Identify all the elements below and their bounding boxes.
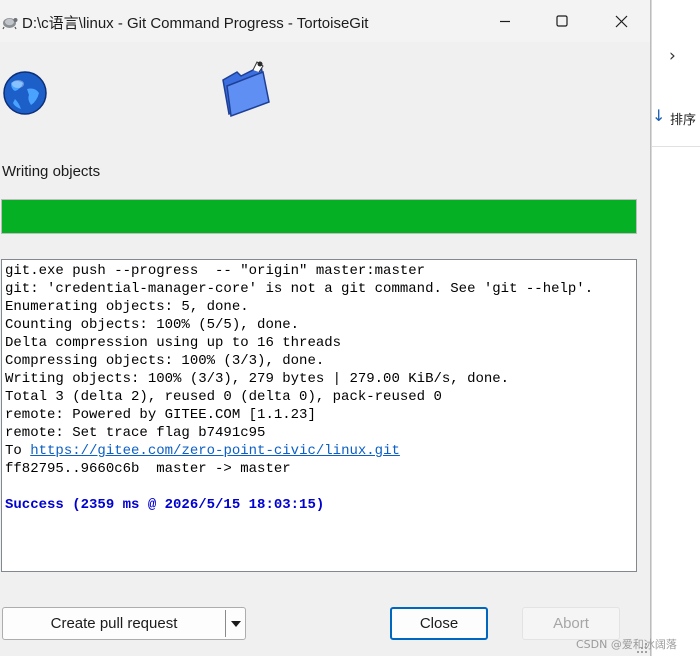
log-line: remote: Set trace flag b7491c95 [5, 425, 266, 441]
minimize-button[interactable] [476, 0, 534, 42]
log-line-remote-url: To https://gitee.com/zero-point-civic/li… [5, 442, 400, 460]
log-line: Enumerating objects: 5, done. [5, 299, 249, 315]
background-window: › ↓ 排序 [651, 0, 700, 656]
tortoisegit-app-icon [2, 18, 18, 30]
dropdown-arrow-icon [231, 620, 241, 627]
close-window-button[interactable] [592, 0, 650, 42]
git-progress-dialog: D:\c语言\linux - Git Command Progress - To… [0, 0, 651, 656]
maximize-icon [556, 15, 568, 27]
create-pull-request-label: Create pull request [50, 615, 178, 632]
close-button[interactable]: Close [390, 607, 488, 640]
divider [652, 146, 700, 147]
folder-icon [222, 61, 270, 118]
title-bar[interactable]: D:\c语言\linux - Git Command Progress - To… [0, 0, 650, 42]
log-line: git: 'credential-manager-core' is not a … [5, 281, 594, 297]
log-line: Writing objects: 100% (3/3), 279 bytes |… [5, 371, 510, 387]
log-line: remote: Powered by GITEE.COM [1.1.23] [5, 407, 316, 423]
log-line: Counting objects: 100% (5/5), done. [5, 317, 300, 333]
remote-url-link[interactable]: https://gitee.com/zero-point-civic/linux… [30, 443, 400, 459]
progress-bar-fill [2, 200, 636, 233]
globe-icon [3, 71, 47, 115]
output-log[interactable]: git.exe push --progress -- "origin" mast… [1, 259, 637, 572]
log-line: Delta compression using up to 16 threads [5, 335, 342, 351]
maximize-button[interactable] [533, 0, 591, 42]
watermark-text: CSDN @爱和冰阔落 [576, 638, 677, 651]
to-prefix: To [5, 443, 31, 459]
log-line: Total 3 (delta 2), reused 0 (delta 0), p… [5, 389, 442, 405]
minimize-icon [500, 20, 510, 23]
sort-button[interactable]: ↓ 排序 [652, 106, 700, 132]
sort-arrow-icon: ↓ [652, 106, 666, 125]
close-icon [615, 15, 627, 27]
chevron-right-icon[interactable]: › [669, 46, 689, 70]
window-title: D:\c语言\linux - Git Command Progress - To… [22, 15, 369, 32]
create-pull-request-button[interactable]: Create pull request [3, 608, 225, 639]
progress-bar [1, 199, 637, 234]
success-message: Success (2359 ms @ 2026/5/15 18:03:15) [5, 497, 325, 513]
status-text: Writing objects [2, 163, 101, 180]
log-line: Compressing objects: 100% (3/3), done. [5, 353, 325, 369]
create-pull-request-split-button[interactable]: Create pull request [2, 607, 246, 640]
sort-label: 排序 [670, 113, 697, 128]
log-line: git.exe push --progress -- "origin" mast… [5, 263, 426, 279]
background-window-titlebar [652, 0, 700, 34]
dropdown-button[interactable] [226, 608, 246, 639]
log-line: ff82795..9660c6b master -> master [5, 461, 291, 477]
